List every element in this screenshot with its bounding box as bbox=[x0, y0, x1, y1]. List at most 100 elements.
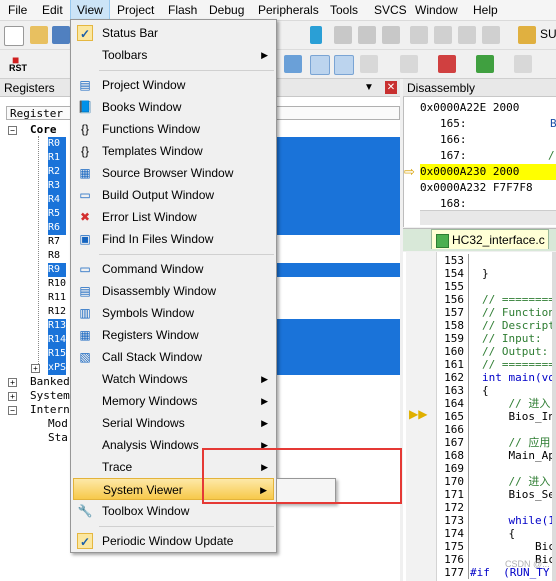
code-line[interactable]: // ========== bbox=[482, 358, 556, 371]
expand-icon[interactable]: + bbox=[8, 392, 17, 401]
code-line[interactable]: Bios_Se bbox=[482, 488, 554, 501]
register-xpsr[interactable]: xPS bbox=[48, 361, 66, 375]
menu-item-find-in-files-window[interactable]: ▣ Find In Files Window bbox=[73, 228, 274, 250]
register-r0[interactable]: R0 bbox=[48, 137, 66, 151]
code-line[interactable]: // 应用 bbox=[482, 436, 550, 449]
horizontal-scrollbar[interactable] bbox=[420, 210, 556, 225]
menu-item-templates-window[interactable]: {} Templates Window bbox=[73, 140, 274, 162]
save-icon[interactable] bbox=[52, 26, 70, 44]
serial-window-icon[interactable] bbox=[360, 55, 378, 73]
call-stack-toolbar-icon[interactable] bbox=[334, 55, 354, 75]
code-line[interactable]: // 进入 bbox=[482, 397, 550, 410]
menu-flash[interactable]: Flash bbox=[162, 0, 203, 20]
register-r1[interactable]: R1 bbox=[48, 151, 66, 165]
menu-edit[interactable]: Edit bbox=[36, 0, 69, 20]
register-r15[interactable]: R15 bbox=[48, 347, 66, 361]
performance-analyzer-icon[interactable] bbox=[476, 55, 494, 73]
menu-item-books-window[interactable]: 📘 Books Window bbox=[73, 96, 274, 118]
menu-item-watch-windows[interactable]: Watch Windows ▶ bbox=[73, 368, 274, 390]
code-line[interactable]: { bbox=[482, 384, 489, 397]
menu-item-status-bar[interactable]: ✓ Status Bar bbox=[73, 22, 274, 44]
uncomment-icon[interactable] bbox=[482, 26, 500, 44]
reset-button[interactable]: ■ RST bbox=[6, 53, 30, 75]
code-line[interactable]: int main(vo bbox=[482, 371, 555, 384]
menu-file[interactable]: File bbox=[2, 0, 33, 20]
menu-item-build-output-window[interactable]: ▭ Build Output Window bbox=[73, 184, 274, 206]
logic-analyzer-icon[interactable] bbox=[438, 55, 456, 73]
watch-window-icon[interactable] bbox=[284, 55, 302, 73]
menu-item-serial-windows[interactable]: Serial Windows ▶ bbox=[73, 412, 274, 434]
menu-item-error-list-window[interactable]: ✖ Error List Window bbox=[73, 206, 274, 228]
menu-item-memory-windows[interactable]: Memory Windows ▶ bbox=[73, 390, 274, 412]
code-line[interactable]: // Input: bbox=[482, 332, 542, 345]
menu-item-call-stack-window[interactable]: ▧ Call Stack Window bbox=[73, 346, 274, 368]
menu-item-periodic-window-update[interactable]: ✓ Periodic Window Update bbox=[73, 530, 274, 552]
register-r6[interactable]: R6 bbox=[48, 221, 66, 235]
disasm-line-current[interactable]: 0x0000A230 2000 bbox=[420, 164, 519, 180]
disasm-line[interactable]: 168: M bbox=[440, 196, 467, 208]
disasm-line[interactable]: 165: B bbox=[440, 116, 556, 132]
expand-icon[interactable]: + bbox=[31, 364, 40, 373]
pin-icon[interactable]: ▼ bbox=[364, 79, 374, 97]
menu-item-disassembly-window[interactable]: ▤ Disassembly Window bbox=[73, 280, 274, 302]
trace-icon[interactable] bbox=[514, 55, 532, 73]
collapse-icon[interactable]: − bbox=[8, 406, 17, 415]
code-line[interactable]: Bios_In bbox=[482, 410, 554, 423]
register-r14[interactable]: R14 bbox=[48, 333, 66, 347]
code-line[interactable]: { bbox=[482, 527, 515, 540]
close-icon[interactable]: ✕ bbox=[385, 81, 397, 94]
code-line[interactable]: // Function bbox=[482, 306, 555, 319]
code-line[interactable]: // 进入 bbox=[482, 475, 550, 488]
tree-node-states[interactable]: Sta bbox=[48, 431, 68, 445]
bookmark-clear-icon[interactable] bbox=[382, 26, 400, 44]
analysis-window-icon[interactable] bbox=[400, 55, 418, 73]
expand-icon[interactable]: + bbox=[8, 378, 17, 387]
disasm-line[interactable]: 0x0000A22E 2000 bbox=[420, 100, 519, 116]
menu-svcs[interactable]: SVCS bbox=[368, 0, 413, 20]
tree-node-mode[interactable]: Mod bbox=[48, 417, 68, 431]
register-r7[interactable]: R7 bbox=[48, 235, 66, 249]
register-r11[interactable]: R11 bbox=[48, 291, 66, 305]
indent-icon[interactable] bbox=[410, 26, 428, 44]
code-line[interactable]: // Descript bbox=[482, 319, 555, 332]
find-icon[interactable] bbox=[518, 26, 536, 44]
memory-window-icon[interactable] bbox=[310, 55, 330, 75]
code-line[interactable]: Main_Ap bbox=[482, 449, 554, 462]
flag-icon[interactable] bbox=[310, 26, 322, 44]
outdent-icon[interactable] bbox=[434, 26, 452, 44]
code-line[interactable]: // Output: bbox=[482, 345, 548, 358]
bookmark-next-icon[interactable] bbox=[358, 26, 376, 44]
tab-hc32-interface[interactable]: HC32_interface.c bbox=[431, 229, 549, 249]
menu-item-project-window[interactable]: ▤ Project Window bbox=[73, 74, 274, 96]
code-line[interactable]: } bbox=[482, 267, 489, 280]
menu-tools[interactable]: Tools bbox=[324, 0, 364, 20]
code-line[interactable]: Bic bbox=[482, 540, 555, 553]
disasm-line[interactable]: 0x0000A232 F7F7F8 bbox=[420, 180, 533, 196]
register-r12[interactable]: R12 bbox=[48, 305, 66, 319]
menu-help[interactable]: Help bbox=[467, 0, 504, 20]
menu-item-toolbars[interactable]: Toolbars ▶ bbox=[73, 44, 274, 66]
menu-project[interactable]: Project bbox=[111, 0, 160, 20]
register-r8[interactable]: R8 bbox=[48, 249, 66, 263]
register-r3[interactable]: R3 bbox=[48, 179, 66, 193]
comment-icon[interactable] bbox=[458, 26, 476, 44]
menu-item-symbols-window[interactable]: ▥ Symbols Window bbox=[73, 302, 274, 324]
disasm-line[interactable]: 166: bbox=[440, 132, 467, 148]
disasm-line[interactable]: 167: / bbox=[440, 148, 555, 164]
collapse-icon[interactable]: − bbox=[8, 126, 17, 135]
menu-item-source-browser-window[interactable]: ▦ Source Browser Window bbox=[73, 162, 274, 184]
menu-item-registers-window[interactable]: ▦ Registers Window bbox=[73, 324, 274, 346]
code-line[interactable]: // ========== bbox=[482, 293, 556, 306]
menu-peripherals[interactable]: Peripherals bbox=[252, 0, 325, 20]
code-line[interactable]: while(1 bbox=[482, 514, 554, 527]
register-r13[interactable]: R13 bbox=[48, 319, 66, 333]
menu-item-command-window[interactable]: ▭ Command Window bbox=[73, 258, 274, 280]
menu-item-functions-window[interactable]: {} Functions Window bbox=[73, 118, 274, 140]
register-r4[interactable]: R4 bbox=[48, 193, 66, 207]
menu-window[interactable]: Window bbox=[409, 0, 464, 20]
menu-debug[interactable]: Debug bbox=[203, 0, 250, 20]
vertical-scrollbar[interactable] bbox=[552, 252, 556, 581]
open-folder-icon[interactable] bbox=[30, 26, 48, 44]
register-r2[interactable]: R2 bbox=[48, 165, 66, 179]
register-r9[interactable]: R9 bbox=[48, 263, 66, 277]
